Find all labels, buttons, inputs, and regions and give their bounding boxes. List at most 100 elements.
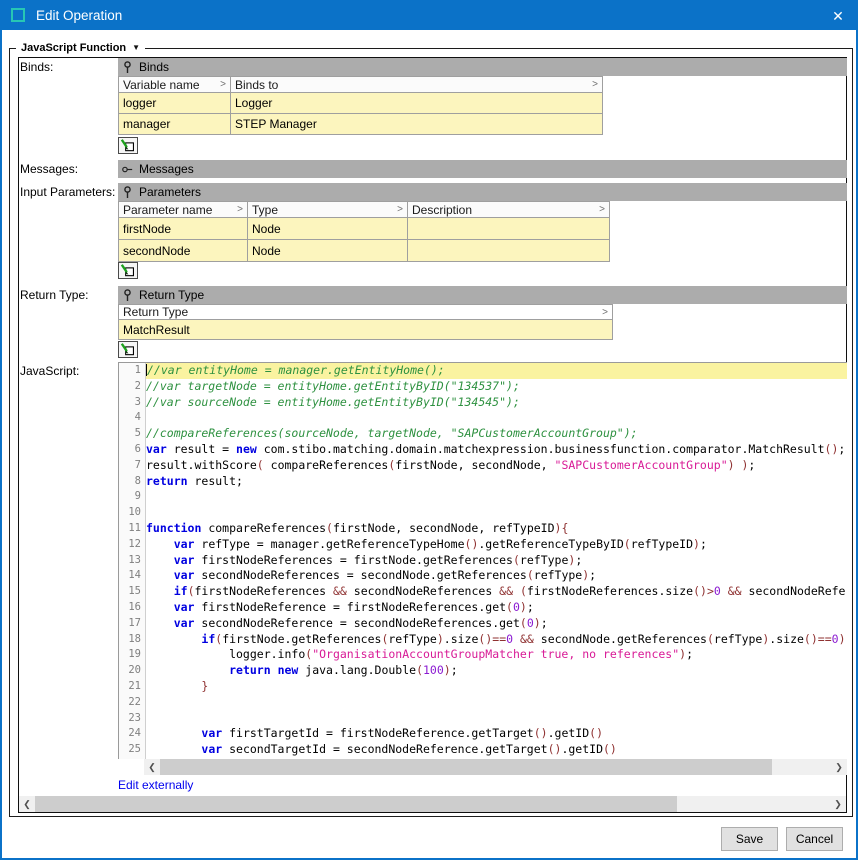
code-line[interactable]: logger.info("OrganisationAccountGroupMat… (146, 647, 847, 663)
code-line[interactable]: function compareReferences(firstNode, se… (146, 521, 847, 537)
code-line[interactable]: //compareReferences(sourceNode, targetNo… (146, 426, 847, 442)
scroll-left-icon[interactable]: ❮ (144, 759, 160, 775)
parameters-col-type[interactable]: Type> (248, 202, 408, 218)
parameters-row-cell[interactable]: Node (248, 218, 408, 240)
parameters-col-name[interactable]: Parameter name> (119, 202, 248, 218)
edit-parameters-button[interactable] (118, 262, 138, 279)
parameters-row-cell[interactable] (408, 218, 610, 240)
code-token: firstNodeReferences.size (527, 584, 693, 598)
binds-row-cell[interactable]: logger (119, 93, 231, 114)
expanded-key-icon (122, 289, 133, 302)
code-line[interactable]: return new java.lang.Double(100); (146, 663, 847, 679)
sort-chevron-icon: > (397, 204, 407, 215)
code-token (513, 584, 520, 598)
code-token (146, 537, 174, 551)
input-parameters-field-label: Input Parameters: (20, 185, 115, 199)
binds-row-cell[interactable]: Logger (231, 93, 603, 114)
code-token: .size (769, 632, 804, 646)
groupbox-label[interactable]: JavaScript Function▼ (16, 41, 145, 55)
code-line[interactable]: //var sourceNode = entityHome.getEntityB… (146, 395, 847, 411)
code-line[interactable]: if(firstNodeReferences && secondNodeRefe… (146, 584, 847, 600)
parameters-section-header[interactable]: Parameters (118, 183, 847, 201)
dialog-scrollbar-thumb[interactable] (35, 796, 677, 812)
binds-section-header[interactable]: Binds (118, 58, 847, 76)
line-number: 6 (119, 442, 145, 458)
code-token (146, 600, 174, 614)
code-line[interactable]: var refType = manager.getReferenceTypeHo… (146, 537, 847, 553)
code-line[interactable] (146, 505, 847, 521)
code-line[interactable]: return result; (146, 474, 847, 490)
code-line[interactable] (146, 695, 847, 711)
edit-return-type-button[interactable] (118, 341, 138, 358)
close-icon[interactable]: ✕ (826, 6, 850, 27)
scroll-right-icon[interactable]: ❯ (831, 759, 847, 775)
code-line[interactable]: var firstNodeReferences = firstNode.getR… (146, 553, 847, 569)
code-line[interactable]: //var entityHome = manager.getEntityHome… (146, 363, 847, 379)
code-token: ) (693, 537, 700, 551)
scroll-right-icon[interactable]: ❯ (830, 796, 846, 812)
binds-row-cell[interactable]: STEP Manager (231, 114, 603, 135)
save-button[interactable]: Save (721, 827, 778, 851)
code-line[interactable] (146, 711, 847, 727)
code-token: () (603, 742, 617, 756)
code-token: 0 (832, 632, 839, 646)
scroll-left-icon[interactable]: ❮ (19, 796, 35, 812)
chevron-down-icon: ▼ (132, 43, 140, 52)
code-line[interactable]: if(firstNode.getReferences(refType).size… (146, 632, 847, 648)
code-line[interactable]: } (146, 679, 847, 695)
code-token: "SAPCustomerAccountGroup" (555, 458, 728, 472)
line-number: 18 (119, 632, 145, 648)
messages-section-header[interactable]: Messages (118, 160, 847, 178)
parameters-col-description[interactable]: Description> (408, 202, 610, 218)
code-token: return (229, 663, 271, 677)
code-line[interactable]: var secondTargetId = secondNodeReference… (146, 742, 847, 758)
sort-chevron-icon: > (220, 79, 230, 90)
code-token: ; (527, 600, 534, 614)
code-lines[interactable]: //var entityHome = manager.getEntityHome… (146, 363, 847, 759)
code-token: () (548, 742, 562, 756)
code-scrollbar-thumb[interactable] (160, 759, 772, 775)
dialog-horizontal-scrollbar[interactable]: ❮ ❯ (19, 796, 846, 812)
code-line[interactable] (146, 489, 847, 505)
code-token: secondNodeReferences (347, 584, 499, 598)
code-line[interactable]: var secondNodeReferences = secondNode.ge… (146, 568, 847, 584)
code-line[interactable]: var firstTargetId = firstNodeReference.g… (146, 726, 847, 742)
return-type-col-header[interactable]: Return Type> (119, 305, 613, 320)
code-line[interactable]: var firstNodeReference = firstNodeRefere… (146, 600, 847, 616)
code-token: refTypeID (631, 537, 693, 551)
cancel-button[interactable]: Cancel (786, 827, 843, 851)
code-line[interactable]: var result = new com.stibo.matching.doma… (146, 442, 847, 458)
parameters-row-cell[interactable]: firstNode (119, 218, 248, 240)
line-number: 12 (119, 537, 145, 553)
dialog-title: Edit Operation (36, 8, 122, 23)
code-token: == (818, 632, 832, 646)
edit-binds-button[interactable] (118, 137, 138, 154)
code-token: ) ) (728, 458, 749, 472)
code-token: var (174, 600, 195, 614)
parameters-row-cell[interactable]: Node (248, 240, 408, 262)
parameters-row-cell[interactable]: secondNode (119, 240, 248, 262)
javascript-code-editor[interactable]: 1234567891011121314151617181920212223242… (118, 362, 847, 759)
sort-chevron-icon: > (237, 204, 247, 215)
return-type-value[interactable]: MatchResult (119, 320, 613, 340)
code-token (146, 616, 174, 630)
edit-externally-link[interactable]: Edit externally (118, 778, 193, 792)
binds-col-binds-to[interactable]: Binds to> (231, 77, 603, 93)
code-line[interactable]: result.withScore( compareReferences(firs… (146, 458, 847, 474)
code-line[interactable] (146, 410, 847, 426)
code-token (271, 663, 278, 677)
return-type-section-header[interactable]: Return Type (118, 286, 847, 304)
binds-col-variable-name[interactable]: Variable name> (119, 77, 231, 93)
code-horizontal-scrollbar[interactable]: ❮ ❯ (144, 759, 847, 775)
code-line[interactable]: var secondNodeReference = secondNodeRefe… (146, 616, 847, 632)
code-token: compareReferences (271, 458, 389, 472)
code-token: () (534, 726, 548, 740)
code-token: ( (513, 553, 520, 567)
code-line[interactable]: //var targetNode = entityHome.getEntityB… (146, 379, 847, 395)
code-token: ( (416, 663, 423, 677)
line-number-gutter: 1234567891011121314151617181920212223242… (119, 363, 146, 759)
binds-row-cell[interactable]: manager (119, 114, 231, 135)
line-number: 4 (119, 410, 145, 426)
parameters-row-cell[interactable] (408, 240, 610, 262)
code-token: () (825, 442, 839, 456)
